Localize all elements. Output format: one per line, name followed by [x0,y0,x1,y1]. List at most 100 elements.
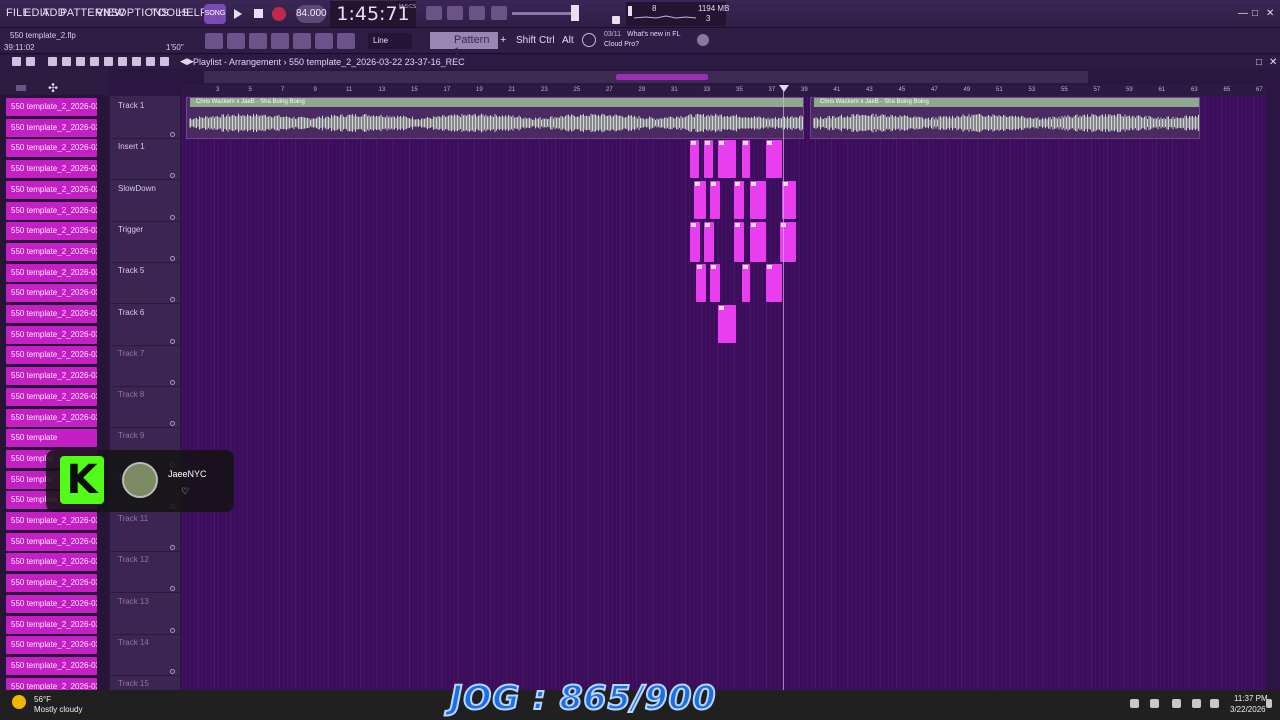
playlist-nav-arrow[interactable]: ◀▶ [180,56,194,67]
mixer-icon[interactable] [271,33,289,49]
pattern-clip[interactable] [690,140,699,178]
track-mute-icon[interactable] [170,214,175,220]
browser-file-item[interactable]: 550 template_2_2026-03 [6,139,97,158]
slice-tool-icon[interactable] [160,57,169,66]
ctrl-button[interactable]: Ctrl [539,35,555,46]
metronome-icon[interactable] [491,6,507,20]
record-button[interactable] [272,7,286,21]
typing-keyboard-icon[interactable] [426,6,442,20]
track-mute-icon[interactable] [170,173,175,179]
taskbar-clock-date[interactable]: 3/22/2026 [1230,705,1266,714]
slip-tool-icon[interactable] [104,57,113,66]
browser-file-item[interactable]: 550 template_2_2026-03 [6,325,97,344]
browser-file-item[interactable]: 550 template_2_2026-03 [6,615,97,634]
pattern-clip[interactable] [710,181,720,219]
tray-chevron-icon[interactable] [1130,699,1139,708]
track-header[interactable]: Track 13 [110,594,180,635]
cloud-icon[interactable] [697,34,709,46]
browser-file-item[interactable]: 550 template_2_2026-03 [6,532,97,551]
browser-file-item[interactable]: 550 template_2_2026-03 [6,656,97,675]
browser-file-item[interactable]: 550 template_2_2026-03 [6,98,97,116]
track-mute-icon[interactable] [170,586,175,592]
minimize-button[interactable]: — [1238,8,1248,19]
playlist-grid[interactable] [181,96,1266,690]
mute-tool-icon[interactable] [90,57,99,66]
browser-file-item[interactable]: 550 template_2_2026-03 [6,408,97,427]
weather-icon[interactable] [12,695,26,709]
stop-button[interactable] [251,6,267,22]
pattern-selector[interactable]: Pattern 1 [430,32,498,58]
browser-file-item[interactable]: 550 template_2_2026-03 [6,222,97,241]
track-mute-icon[interactable] [170,255,175,261]
pattern-clip[interactable] [766,264,782,302]
browser-file-item[interactable]: 550 template_2_2026-03 [6,553,97,572]
browser-file-item[interactable]: 550 template [6,429,97,448]
pattern-clip[interactable] [704,140,713,178]
loop-record-icon[interactable] [469,6,485,20]
pattern-clip[interactable] [694,181,706,219]
piano-roll-icon[interactable] [227,33,245,49]
pattern-clip[interactable] [782,181,796,219]
add-pattern-button[interactable]: + [500,34,506,46]
restore-button[interactable]: □ [1252,8,1258,19]
pattern-clip[interactable] [742,264,750,302]
master-volume-knob[interactable] [571,5,579,21]
browser-file-item[interactable]: 550 template_2_2026-03 [6,263,97,282]
pattern-clip[interactable] [690,222,700,262]
audio-clip[interactable]: Chris Wackem x JaeB - Sha Boing Boing [186,97,804,139]
pattern-clip[interactable] [718,140,736,178]
news-headline[interactable]: What's new in FL [627,31,680,38]
playhead-marker[interactable] [779,85,789,92]
track-header[interactable]: Track 12 [110,552,180,594]
select-tool-icon[interactable] [118,57,127,66]
pattern-clip[interactable] [750,181,766,219]
arrow-icon[interactable] [315,33,333,49]
pattern-clip[interactable] [734,181,744,219]
track-header[interactable]: Insert 1 [110,139,180,181]
pattern-clip[interactable] [718,305,736,343]
browser-file-item[interactable]: 550 template_2_2026-03 [6,284,97,303]
master-volume-slider[interactable] [512,12,572,15]
pattern-clip[interactable] [710,264,720,302]
browser-file-item[interactable]: 550 template_2_2026-03 [6,305,97,323]
browser-file-item[interactable]: 550 template_2_2026-03 [6,387,97,406]
audio-clip[interactable]: Chris Wackem x JaeB - Sha Boing Boing [810,97,1200,139]
track-header[interactable]: Track 6 [110,305,180,346]
magnet-icon[interactable] [26,57,35,66]
close-button[interactable]: ✕ [1266,8,1274,19]
track-header[interactable]: Track 11 [110,511,180,552]
network-icon[interactable] [1192,699,1201,708]
track-mute-icon[interactable] [170,627,175,633]
playback-tool-icon[interactable] [146,57,155,66]
browser-file-item[interactable]: 550 template_2_2026-03 [6,201,97,220]
track-mute-icon[interactable] [170,338,175,344]
weather-temperature[interactable]: 56°F [34,695,51,704]
tempo-display[interactable]: 84.000 [296,5,327,23]
taskbar-clock-time[interactable]: 11:37 PM [1234,694,1268,703]
microphone-icon[interactable] [337,33,355,49]
delete-tool-icon[interactable] [76,57,85,66]
browser-file-item[interactable]: 550 template_2_2026-03 [6,180,97,199]
onedrive-icon[interactable] [1150,699,1159,708]
play-button[interactable] [229,6,245,22]
track-mute-icon[interactable] [170,545,175,550]
draw-tool-icon[interactable] [48,57,57,66]
step-edit-icon[interactable] [447,6,463,20]
track-header[interactable]: Track 7 [110,346,180,387]
browser-file-item[interactable]: 550 template_2_2026-03 [6,160,97,179]
track-header[interactable]: Trigger [110,222,180,263]
microphone-tray-icon[interactable] [1172,699,1181,708]
browser-file-item[interactable]: 550 template_2_2026-03 [6,594,97,613]
browser-arrows-icon[interactable]: ✣ [48,81,58,95]
news-headline-2[interactable]: Cloud Pro? [604,41,639,48]
browser-file-item[interactable]: 550 template_2_2026-03 [6,367,97,386]
track-mute-icon[interactable] [170,421,175,427]
bar-ruler[interactable] [182,85,1266,96]
alt-button[interactable]: Alt [562,35,574,46]
track-mute-icon[interactable] [170,379,175,385]
channel-icon[interactable] [293,33,311,49]
playlist-close-button[interactable]: ✕ [1269,57,1277,68]
song-mode-button[interactable]: SONG [204,4,226,24]
track-header[interactable]: Track 8 [110,387,180,429]
browser-file-item[interactable]: 550 template_2_2026-03 [6,242,97,261]
